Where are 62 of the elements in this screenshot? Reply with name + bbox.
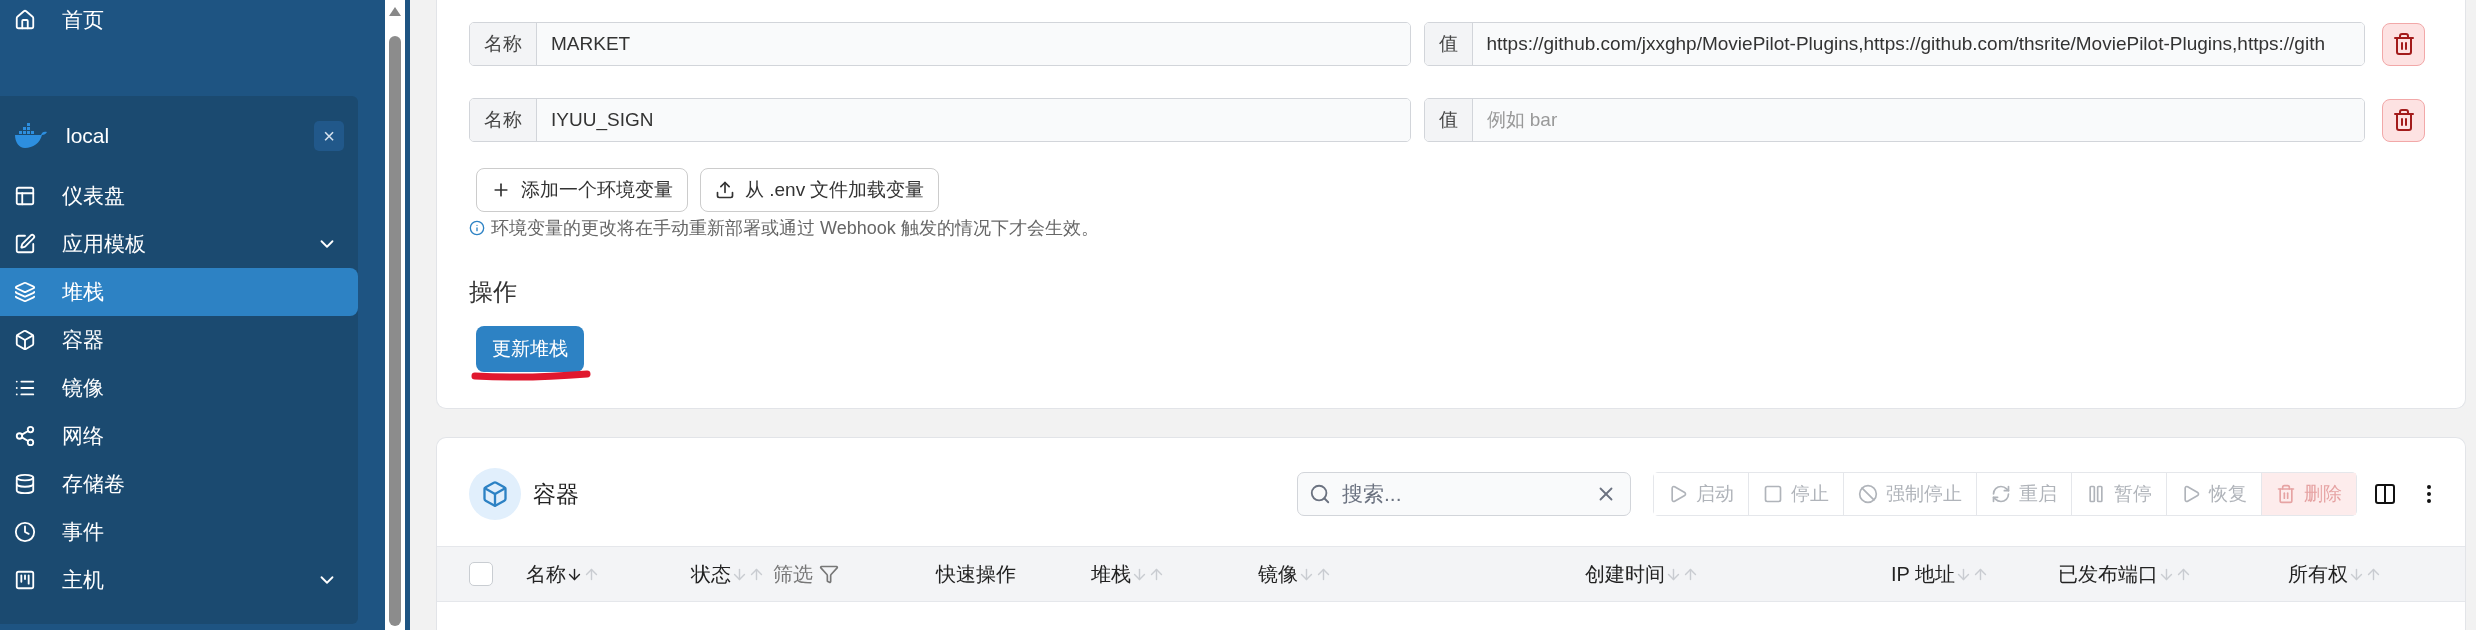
pause-icon	[2086, 484, 2106, 504]
column-header[interactable]: 名称	[526, 560, 566, 588]
column-header[interactable]: 快速操作	[936, 560, 1016, 588]
name-field[interactable]: 名称 IYUU_SIGN	[469, 98, 1411, 142]
column-header[interactable]: 所有权	[2288, 560, 2348, 588]
box-icon	[469, 468, 521, 520]
search-icon	[1309, 483, 1331, 505]
nav-item[interactable]: 事件	[0, 508, 358, 556]
square-icon	[1763, 484, 1783, 504]
nav-icon	[14, 233, 36, 255]
nav-item[interactable]: 镜像	[0, 364, 358, 412]
nav-item[interactable]: 仪表盘	[0, 172, 358, 220]
nav-icon	[14, 569, 36, 591]
close-button[interactable]: ×	[314, 121, 344, 151]
value-field[interactable]: 值 https://github.com/jxxghp/MoviePilot-Plugins,https://github.com/thsrite/MoviePilot-Plugins,https://gith	[1423, 22, 2365, 66]
nav-item[interactable]: 容器	[0, 316, 358, 364]
nav-item[interactable]: 堆栈	[0, 268, 358, 316]
nav-icon	[14, 521, 36, 543]
column-header[interactable]: 堆栈	[1091, 560, 1131, 588]
scrollbar[interactable]	[388, 6, 402, 626]
column-header[interactable]: 状态	[691, 560, 731, 588]
delete-button[interactable]	[2382, 22, 2425, 66]
add-button[interactable]: 添加一个环境变量	[476, 168, 688, 212]
search-field[interactable]: 搜索...	[1297, 472, 1631, 516]
info-icon	[469, 220, 485, 236]
nav-item[interactable]: 网络	[0, 412, 358, 460]
play-icon	[2181, 484, 2201, 504]
upload-icon	[715, 180, 735, 200]
trash-icon	[2391, 108, 2416, 132]
docker-whale-icon	[14, 123, 48, 149]
column-header[interactable]: 已发布端口	[2058, 560, 2158, 588]
funnel-icon	[819, 564, 839, 584]
nav-icon	[14, 281, 36, 303]
columns-icon[interactable]	[2373, 482, 2397, 506]
nav-icon	[14, 425, 36, 447]
nav-item[interactable]: 存储卷	[0, 460, 358, 508]
delete-button[interactable]	[2382, 98, 2425, 142]
refresh-icon	[1991, 484, 2011, 504]
column-header[interactable]: 镜像	[1258, 560, 1298, 588]
select-all-checkbox[interactable]	[469, 562, 493, 586]
play-icon	[1668, 484, 1688, 504]
name-field[interactable]: 名称 MARKET	[469, 22, 1411, 66]
nav-icon	[14, 329, 36, 351]
home-icon	[14, 9, 36, 31]
column-header[interactable]: 创建时间	[1585, 560, 1665, 588]
nav-icon	[14, 473, 36, 495]
card-title: 容器	[533, 479, 580, 509]
update-button[interactable]: 更新堆栈	[476, 326, 584, 372]
hint-text: 环境变量的更改将在手动重新部署或通过 Webhook 触发的情况下才会生效。	[491, 217, 1099, 240]
nav-item[interactable]: 应用模板	[0, 220, 358, 268]
environment-name: local	[66, 124, 111, 148]
trash-icon	[2391, 32, 2416, 56]
nav-item[interactable]: 首页	[0, 0, 385, 40]
column-header[interactable]: IP 地址	[1891, 560, 1956, 588]
upload-button[interactable]: 从 .env 文件加载变量	[700, 168, 940, 212]
ban-icon	[1858, 484, 1878, 504]
section-title: 操作	[469, 277, 518, 307]
trash-icon	[2276, 484, 2296, 504]
nav-icon	[14, 185, 36, 207]
value-field[interactable]: 值 例如 bar	[1423, 98, 2365, 142]
filter-button[interactable]: 筛选	[773, 560, 839, 588]
nav-item[interactable]: 主机	[0, 556, 358, 604]
